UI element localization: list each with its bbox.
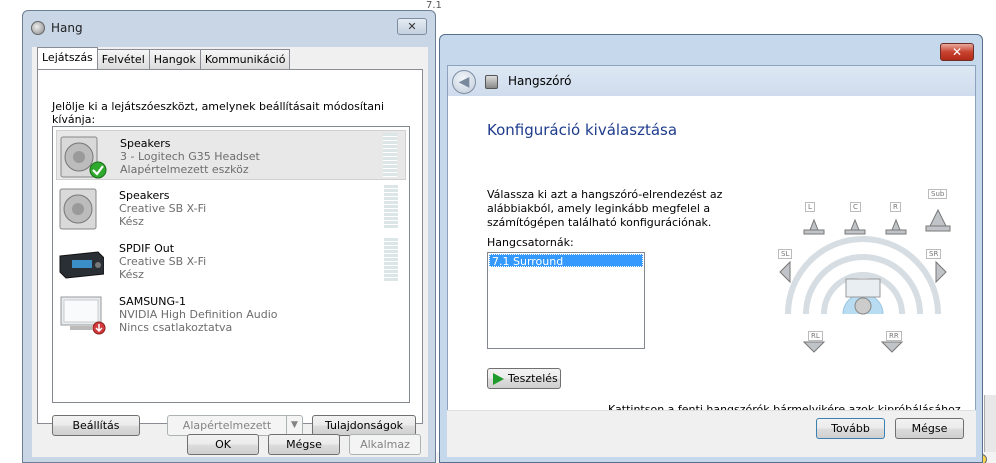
- sound-dialog-titlebar: Hang: [31, 19, 83, 37]
- back-arrow-icon[interactable]: ◀: [452, 70, 476, 94]
- device-status: Kész: [119, 268, 144, 281]
- apply-button[interactable]: Alkalmaz: [349, 434, 421, 455]
- sound-dialog-body: Lejátszás Felvétel Hangok Kommunikáció J…: [32, 47, 428, 457]
- room-arcs-graphic: [779, 208, 951, 353]
- device-status: Nincs csatlakoztatva: [119, 321, 233, 334]
- device-status: Kész: [119, 215, 144, 228]
- wizard-button-bar: Tovább Mégse: [447, 410, 976, 457]
- device-description: Creative SB X-Fi: [119, 255, 207, 268]
- volume-meter: [384, 185, 398, 229]
- speaker-label-left[interactable]: L: [805, 202, 815, 212]
- wizard-client-area: ◀ Hangszóró Konfiguráció kiválasztása Vá…: [447, 65, 976, 457]
- list-item[interactable]: SAMSUNG-1 NVIDIA High Definition Audio N…: [56, 289, 406, 339]
- sound-settings-icon: [31, 21, 45, 35]
- speaker-label-sub[interactable]: Sub: [928, 189, 948, 199]
- device-name: Speakers: [119, 189, 170, 202]
- disconnected-icon: [92, 321, 106, 335]
- wizard-header: ◀ Hangszóró: [448, 66, 975, 96]
- channels-listbox[interactable]: 7.1 Surround: [487, 252, 645, 349]
- default-check-icon: [89, 161, 107, 179]
- desktop-background: [0, 0, 996, 10]
- sound-dialog: Hang ✕ Lejátszás Felvétel Hangok Kommuni…: [22, 10, 436, 463]
- speaker-label-center[interactable]: C: [850, 202, 861, 212]
- background-window-edge: [984, 395, 996, 455]
- list-item[interactable]: SPDIF Out Creative SB X-Fi Kész: [56, 236, 406, 286]
- volume-meter: [383, 133, 397, 177]
- device-status: Alapértelmezett eszköz: [120, 163, 249, 176]
- sound-dialog-title: Hang: [51, 21, 83, 35]
- close-button[interactable]: ✕: [940, 43, 974, 61]
- device-name: SPDIF Out: [119, 242, 175, 255]
- test-button-label: Tesztelés: [508, 372, 558, 385]
- channels-label: Hangcsatornák:: [487, 236, 574, 249]
- ok-button[interactable]: OK: [187, 434, 259, 455]
- speaker-label-rear-left[interactable]: RL: [808, 331, 823, 341]
- wizard-title: Hangszóró: [508, 74, 572, 88]
- list-item[interactable]: 7.1 Surround: [489, 254, 643, 268]
- volume-meter: [384, 238, 398, 282]
- cancel-button[interactable]: Mégse: [895, 418, 964, 439]
- cancel-button[interactable]: Mégse: [268, 434, 340, 455]
- configure-button[interactable]: Beállítás: [52, 415, 140, 436]
- list-item[interactable]: Speakers Creative SB X-Fi Kész: [56, 183, 406, 233]
- set-default-dropdown[interactable]: Alapértelmezett ▼: [167, 415, 303, 436]
- device-name: Speakers: [120, 137, 171, 150]
- speaker-small-icon: [485, 75, 498, 89]
- tab-sounds[interactable]: Hangok: [148, 49, 201, 69]
- playback-instruction: Jelölje ki a lejátszóeszközt, amelynek b…: [52, 100, 385, 126]
- speaker-label-rear-right[interactable]: RR: [886, 331, 902, 341]
- tab-playback[interactable]: Lejátszás: [37, 47, 98, 69]
- play-icon: [493, 373, 504, 385]
- list-item[interactable]: Speakers 3 - Logitech G35 Headset Alapér…: [56, 130, 406, 180]
- device-description: NVIDIA High Definition Audio: [119, 308, 278, 321]
- playback-device-list[interactable]: Speakers 3 - Logitech G35 Headset Alapér…: [52, 126, 410, 403]
- tab-communications[interactable]: Kommunikáció: [199, 49, 291, 69]
- device-name: SAMSUNG-1: [119, 295, 186, 308]
- properties-button[interactable]: Tulajdonságok: [312, 415, 416, 436]
- spdif-device-icon: [59, 251, 104, 279]
- device-description: 3 - Logitech G35 Headset: [120, 150, 260, 163]
- playback-panel: Jelölje ki a lejátszóeszközt, amelynek b…: [37, 69, 423, 436]
- next-button[interactable]: Tovább: [816, 418, 885, 439]
- speaker-label-right[interactable]: R: [890, 202, 901, 212]
- close-button[interactable]: ✕: [397, 18, 427, 35]
- speaker-icon: [59, 188, 97, 230]
- page-title: Konfiguráció kiválasztása: [487, 121, 678, 139]
- tab-bar: Lejátszás Felvétel Hangok Kommunikáció: [37, 47, 291, 69]
- speaker-setup-wizard: ✕ ◀ Hangszóró Konfiguráció kiválasztása …: [439, 34, 983, 463]
- wizard-description: Válassza ki azt a hangszóró-elrendezést …: [487, 188, 723, 229]
- device-description: Creative SB X-Fi: [119, 202, 207, 215]
- set-default-label: Alapértelmezett: [182, 419, 272, 432]
- chevron-down-icon[interactable]: ▼: [286, 416, 302, 435]
- tab-recording[interactable]: Felvétel: [96, 49, 150, 69]
- speaker-layout-diagram: L C R Sub SL SR RL RR: [768, 184, 958, 374]
- test-button[interactable]: Tesztelés: [487, 368, 561, 389]
- speaker-label-side-right[interactable]: SR: [926, 249, 942, 259]
- speaker-label-side-left[interactable]: SL: [778, 249, 793, 259]
